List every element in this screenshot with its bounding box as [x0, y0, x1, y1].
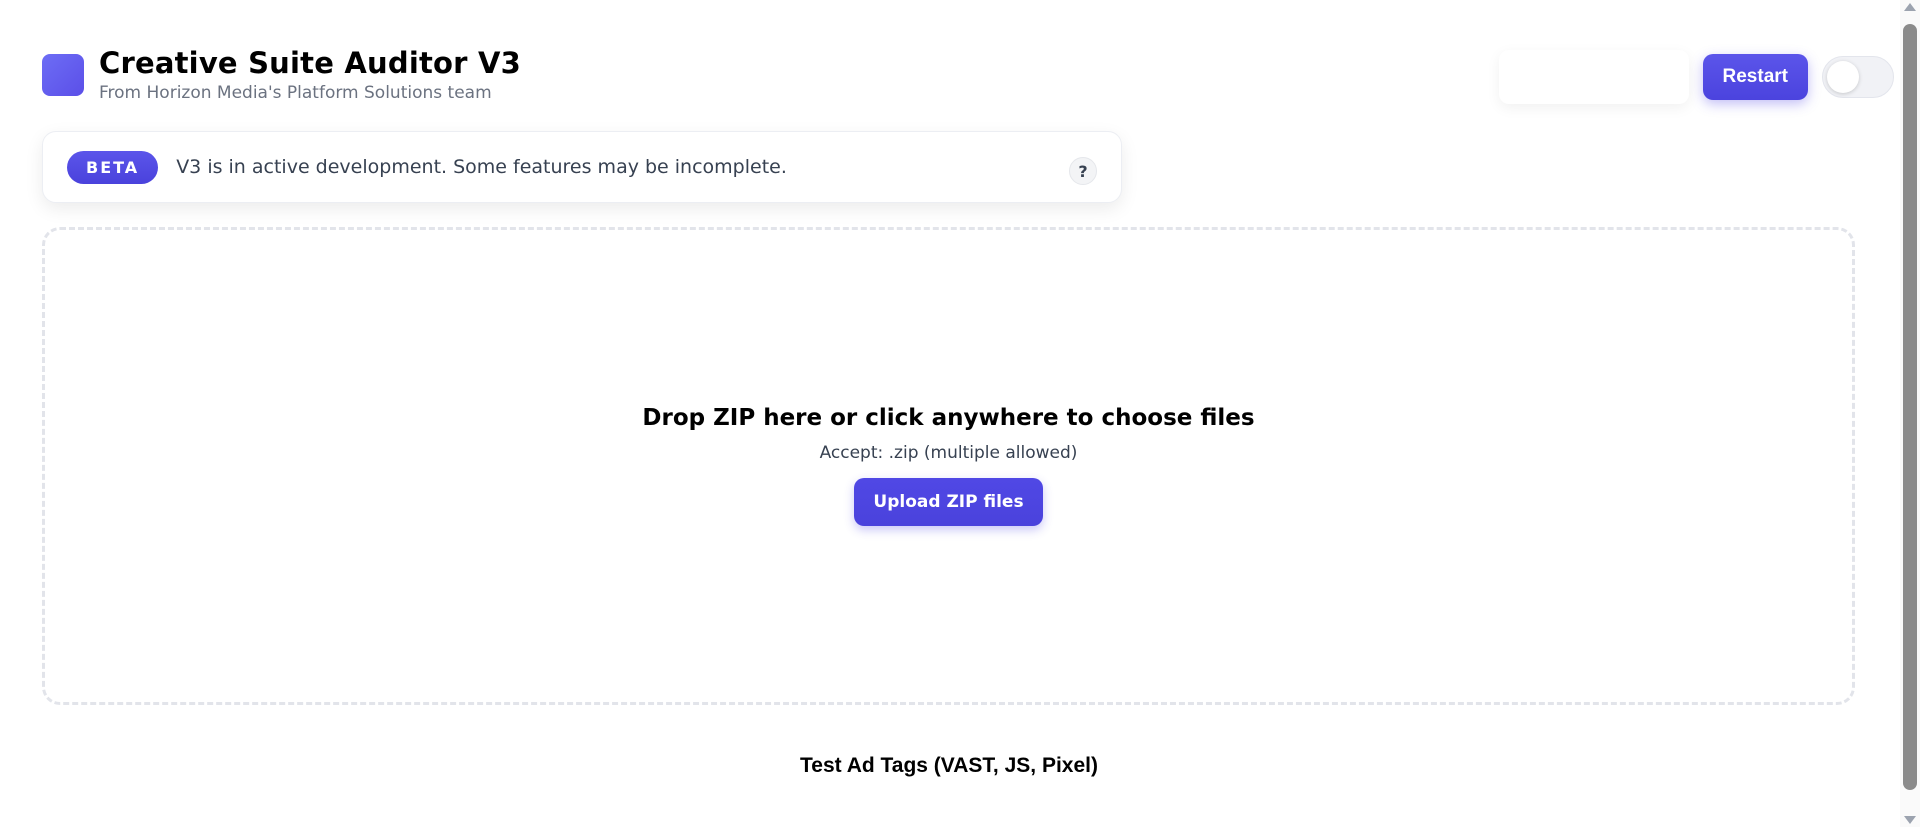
brand-text: Creative Suite Auditor V3 From Horizon M… — [99, 45, 521, 103]
dropzone-hint: Accept: .zip (multiple allowed) — [819, 443, 1078, 463]
upload-zip-button[interactable]: Upload ZIP files — [854, 478, 1043, 526]
theme-toggle[interactable] — [1822, 56, 1894, 98]
beta-banner: BETA V3 is in active development. Some f… — [42, 131, 1122, 203]
zip-dropzone[interactable]: Drop ZIP here or click anywhere to choos… — [42, 227, 1855, 705]
brand: Creative Suite Auditor V3 From Horizon M… — [42, 45, 521, 103]
toggle-knob — [1827, 61, 1859, 93]
scroll-up-icon[interactable] — [1904, 3, 1916, 11]
page-title: Creative Suite Auditor V3 — [99, 46, 521, 80]
beta-badge: BETA — [67, 150, 159, 184]
restart-button[interactable]: Restart — [1702, 54, 1808, 100]
scrollbar-thumb[interactable] — [1903, 24, 1917, 790]
header-actions: Restart — [1498, 50, 1894, 104]
page-scrollbar[interactable] — [1900, 0, 1920, 827]
header-status-card — [1498, 50, 1689, 104]
page-subtitle: From Horizon Media's Platform Solutions … — [99, 83, 492, 103]
app-root: Creative Suite Auditor V3 From Horizon M… — [0, 0, 1900, 827]
help-icon[interactable]: ? — [1069, 157, 1097, 185]
dropzone-content: Drop ZIP here or click anywhere to choos… — [45, 405, 1852, 526]
scroll-down-icon[interactable] — [1904, 816, 1916, 824]
dropzone-title: Drop ZIP here or click anywhere to choos… — [642, 405, 1255, 431]
beta-message: V3 is in active development. Some featur… — [176, 156, 787, 178]
app-logo-icon — [42, 54, 84, 96]
ad-tags-heading: Test Ad Tags (VAST, JS, Pixel) — [800, 754, 1098, 777]
